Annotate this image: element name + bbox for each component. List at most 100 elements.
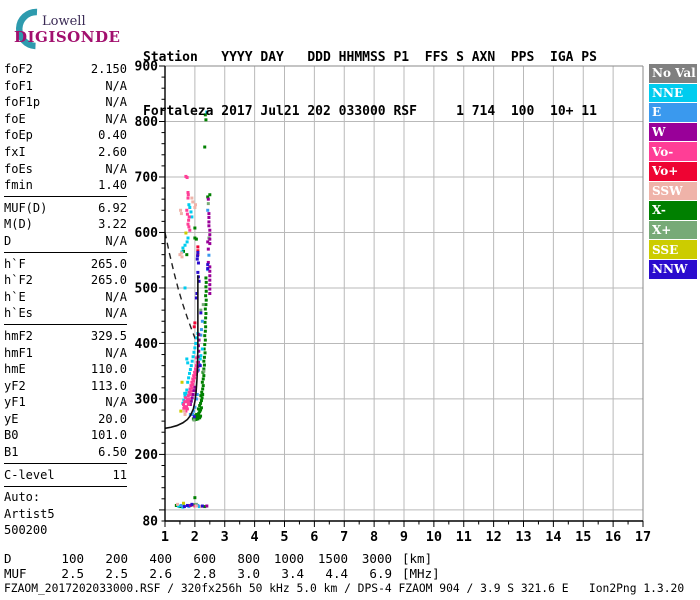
muf-cell: 3.4: [281, 566, 304, 581]
param-label: fmin: [4, 178, 33, 193]
param-value: 265.0: [90, 256, 127, 271]
param-row-yf2: yF2 113.0: [4, 378, 127, 395]
echo-point-nnw: [185, 503, 189, 507]
echo-point-w: [208, 228, 212, 232]
muf-cell: 3.0: [237, 566, 260, 581]
y-tick-label: 600: [135, 226, 159, 241]
echo-point-ssw: [179, 212, 183, 216]
x-tick-label: 6: [310, 529, 318, 545]
echo-point-nnw: [199, 311, 203, 315]
echo-point-sse: [182, 501, 186, 505]
param-row-md: M(D) 3.22: [4, 216, 127, 233]
param-value: 329.5: [90, 328, 127, 343]
echo-point-w: [205, 504, 209, 508]
legend-label: Vo-: [652, 144, 674, 159]
muf-cell: 2.6: [149, 566, 172, 581]
echo-point-ssw: [183, 412, 187, 416]
echo-point-x-: [200, 380, 204, 384]
param-row-foep: foEp 0.40: [4, 127, 127, 144]
echo-point-x-: [194, 237, 198, 241]
legend-label: NNE: [652, 85, 684, 100]
param-row-yf1: yF1 N/A: [4, 394, 127, 411]
echo-point-x-: [204, 280, 208, 284]
echo-point-nnw: [206, 267, 210, 271]
echo-point-nne: [187, 203, 191, 207]
echo-point-nnw: [198, 364, 202, 368]
echo-point-w: [192, 389, 196, 393]
echo-point-vo-: [185, 407, 189, 411]
param-label: foF2: [4, 62, 33, 76]
echo-point-w: [208, 233, 212, 237]
station-header: Station YYYY DAY DDD HHMMSS P1 FFS S AXN…: [143, 13, 597, 139]
echo-point-x-: [199, 394, 203, 398]
param-label: h`F2: [4, 273, 33, 288]
echo-point-x-: [204, 289, 208, 293]
echo-point-x-: [204, 316, 208, 320]
parameter-panel: foF2 2.150 foF1 N/A foF1p N/A foE N/A foEp 0.40 fx…: [4, 61, 127, 539]
legend-label: E: [652, 105, 662, 120]
x-tick-label: 14: [545, 529, 561, 545]
param-label: hmF1: [4, 345, 33, 360]
echo-point-x-: [204, 276, 208, 280]
x-tick-label: 13: [515, 529, 531, 545]
muf-cell: 200: [105, 551, 128, 566]
muf-cell: 6.9: [369, 566, 392, 581]
muf-distance-table: D 100 200 400 600 800 1000 1500 3000 [km] MUF 2.5 2.…: [4, 551, 440, 581]
echo-point-w: [208, 287, 212, 291]
echo-point-ssw: [193, 203, 197, 207]
echo-color-legend: No Val NNE E W Vo- Vo+ SSW X- X+ SSE NNW: [649, 64, 697, 280]
param-row-fof1: foF1 N/A: [4, 78, 127, 95]
y-tick-label: 200: [135, 448, 159, 463]
param-label: 500200: [4, 523, 48, 538]
param-value: 6.50: [98, 445, 127, 460]
echo-point-vo-: [186, 222, 190, 226]
param-value: 101.0: [90, 428, 127, 443]
param-value: 2.60: [98, 144, 127, 159]
echo-point-nne: [186, 361, 190, 365]
param-value: N/A: [105, 289, 127, 304]
echo-point-vo-: [188, 392, 192, 396]
param-value: 6.92: [98, 200, 127, 215]
echo-point-w: [207, 220, 211, 224]
param-label: foF1p: [4, 95, 41, 110]
param-row-clevel: C-level 11: [4, 467, 127, 484]
y-tick-label: 300: [135, 392, 159, 407]
muf-row-label: MUF: [4, 566, 27, 581]
echo-point-nne: [193, 346, 197, 350]
echo-point-vo-: [187, 401, 191, 405]
echo-point-nne: [194, 341, 198, 345]
param-row-fof1p: foF1p N/A: [4, 94, 127, 111]
legend-item-vo-: Vo-: [649, 142, 697, 161]
echo-point-x+: [201, 303, 205, 307]
param-row-fmin: fmin 1.40: [4, 177, 127, 194]
echo-point-nnw: [196, 270, 200, 274]
echo-point-nne: [183, 286, 187, 290]
param-row-d: D N/A: [4, 233, 127, 250]
param-value: 265.0: [90, 273, 127, 288]
param-value: 2.150: [90, 62, 127, 76]
legend-label: X+: [652, 223, 672, 238]
x-tick-label: 1: [161, 529, 169, 545]
echo-point-w: [207, 224, 211, 228]
param-label: MUF(D): [4, 200, 48, 215]
echo-point-x-: [199, 414, 203, 418]
echo-point-x-: [203, 343, 207, 347]
echo-point-nnw: [192, 415, 196, 419]
muf-cell: 2.8: [193, 566, 216, 581]
echo-point-nne: [189, 210, 193, 214]
param-value: N/A: [105, 95, 127, 110]
param-label: D: [4, 233, 12, 248]
muf-table-row-muf: MUF 2.5 2.5 2.6 2.8 3.0 3.4 4.4 6.9 [MHz]: [4, 566, 440, 581]
echo-point-vo+: [193, 321, 197, 325]
echo-point-vo-: [191, 383, 195, 386]
param-value: N/A: [105, 395, 127, 410]
echo-point-e: [199, 328, 203, 332]
lowell-digisonde-logo: Lowell DIGISONDE: [6, 4, 136, 52]
legend-item-x-: X-: [649, 201, 697, 220]
echo-point-x-: [196, 407, 200, 411]
echo-point-x-: [202, 355, 206, 359]
echo-point-x+: [192, 418, 196, 422]
muf-cell: 400: [149, 551, 172, 566]
param-label: h`E: [4, 289, 26, 304]
param-label: hmF2: [4, 328, 33, 343]
